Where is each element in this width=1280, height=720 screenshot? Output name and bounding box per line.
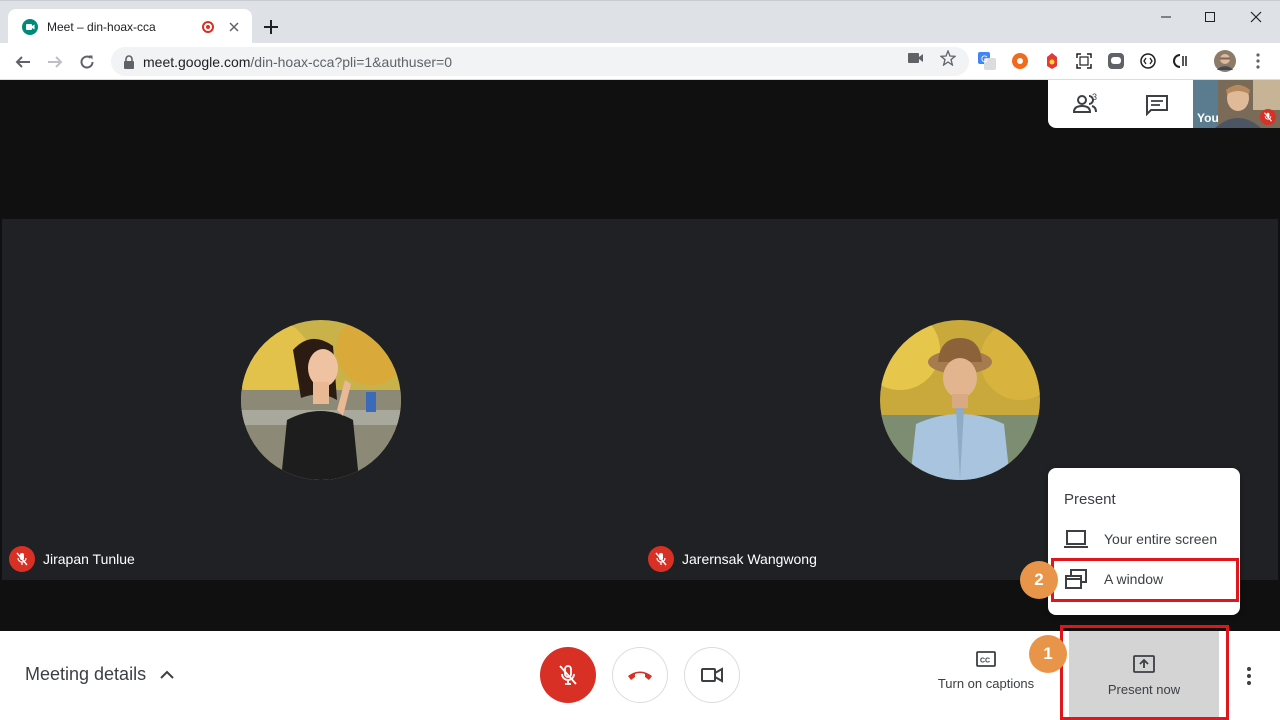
reload-icon[interactable] xyxy=(76,51,98,73)
present-now-button[interactable]: Present now xyxy=(1069,631,1219,720)
participant-name-row: Jirapan Tunlue xyxy=(9,546,135,572)
turn-on-captions-button[interactable]: CC Turn on captions xyxy=(928,651,1044,699)
browser-tab-strip: Meet – din-hoax-cca xyxy=(0,0,1280,44)
chat-icon[interactable] xyxy=(1145,94,1169,116)
svg-text:CC: CC xyxy=(980,658,990,665)
participant-name-row: Jarernsak Wangwong xyxy=(648,546,817,572)
tab-title: Meet – din-hoax-cca xyxy=(47,19,156,34)
svg-text:G: G xyxy=(981,54,988,64)
line-extension-icon[interactable] xyxy=(1107,52,1125,70)
close-window-icon[interactable] xyxy=(1241,7,1271,27)
url-path: /din-hoax-cca?pli=1&authuser=0 xyxy=(250,53,452,70)
laptop-icon xyxy=(1064,527,1088,551)
forward-arrow-icon[interactable] xyxy=(44,51,66,73)
red-extension-icon[interactable] xyxy=(1043,52,1061,70)
meeting-details-label: Meeting details xyxy=(25,664,147,684)
present-entire-screen-item[interactable]: Your entire screen xyxy=(1048,519,1240,559)
minimize-window-icon[interactable] xyxy=(1151,7,1181,27)
step-badge-2: 2 xyxy=(1020,561,1058,599)
hang-up-phone-icon xyxy=(628,671,652,680)
recording-icon xyxy=(202,20,214,33)
url-host: meet.google.com xyxy=(143,53,251,70)
present-menu: Present Your entire screen A window xyxy=(1048,468,1240,615)
participant-name: Jarernsak Wangwong xyxy=(682,551,817,567)
leave-call-button[interactable] xyxy=(612,647,668,703)
mic-off-icon xyxy=(559,665,577,685)
new-tab-plus-icon[interactable] xyxy=(261,17,281,37)
more-options-kebab-icon[interactable] xyxy=(1238,665,1260,687)
participant-count: 3 xyxy=(1092,92,1098,102)
video-camera-icon xyxy=(701,667,723,683)
orange-extension-icon[interactable] xyxy=(1011,52,1029,70)
self-view-tile[interactable]: You xyxy=(1193,80,1280,128)
meet-favicon-icon xyxy=(22,18,38,35)
captions-label: Turn on captions xyxy=(937,676,1035,691)
meet-bottom-bar: Meeting details CC Turn on captions Pres… xyxy=(0,631,1280,720)
clipboard-extension-icon[interactable] xyxy=(1171,52,1189,70)
browser-tab-meet[interactable]: Meet – din-hoax-cca xyxy=(8,9,252,44)
people-icon[interactable] xyxy=(1072,92,1102,116)
lock-icon xyxy=(124,54,134,69)
participant-avatar xyxy=(880,320,1040,480)
present-menu-title: Present xyxy=(1064,491,1116,508)
address-bar[interactable]: meet.google.com/din-hoax-cca?pli=1&authu… xyxy=(111,47,969,76)
maximize-window-icon[interactable] xyxy=(1195,7,1225,27)
participant-tile: Jirapan Tunlue xyxy=(2,219,640,580)
browser-toolbar: meet.google.com/din-hoax-cca?pli=1&authu… xyxy=(0,43,1280,80)
url-text: meet.google.com/din-hoax-cca?pli=1&authu… xyxy=(143,54,452,70)
meeting-details-button[interactable]: Meeting details xyxy=(25,664,174,685)
participant-name: Jirapan Tunlue xyxy=(43,551,135,567)
code-extension-icon[interactable] xyxy=(1139,52,1157,70)
mic-off-icon xyxy=(9,546,35,572)
chevron-up-icon xyxy=(160,670,174,679)
browser-menu-kebab-icon[interactable] xyxy=(1249,52,1267,70)
camera-in-use-icon[interactable] xyxy=(907,50,925,66)
present-screen-icon xyxy=(1133,655,1155,673)
step-badge-1: 1 xyxy=(1029,635,1067,673)
mic-off-icon xyxy=(648,546,674,572)
window-icon xyxy=(1064,567,1088,591)
microphone-toggle-button[interactable] xyxy=(540,647,596,703)
self-mic-off-icon xyxy=(1260,109,1276,125)
translate-extension-icon[interactable]: G xyxy=(978,52,996,70)
back-arrow-icon[interactable] xyxy=(12,51,34,73)
camera-toggle-button[interactable] xyxy=(684,647,740,703)
present-now-label: Present now xyxy=(1107,682,1181,697)
present-a-window-label: A window xyxy=(1104,571,1164,587)
self-view-label: You xyxy=(1197,111,1219,125)
profile-avatar-icon[interactable] xyxy=(1214,50,1236,72)
bookmark-star-icon[interactable] xyxy=(939,50,957,66)
screenshot-extension-icon[interactable] xyxy=(1075,52,1093,70)
present-a-window-item[interactable]: A window xyxy=(1048,559,1240,599)
present-entire-screen-label: Your entire screen xyxy=(1104,531,1218,547)
participant-avatar xyxy=(241,320,401,480)
closed-captions-icon: CC xyxy=(976,651,996,667)
tab-close-icon[interactable] xyxy=(226,19,242,35)
